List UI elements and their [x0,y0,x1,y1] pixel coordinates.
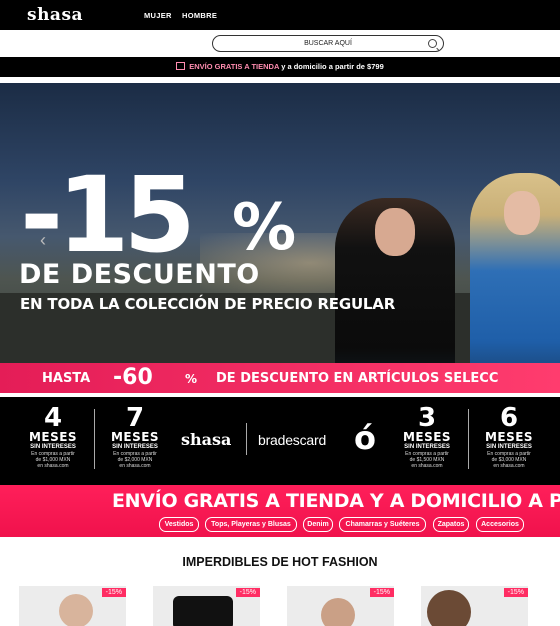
msi-note: en shasa.com [493,463,525,469]
sale-strip[interactable]: HASTA -60 % DE DESCUENTO EN ARTÍCULOS SE… [0,363,560,393]
hero-discount: -15 [20,154,196,276]
model-leather-jacket [335,198,455,363]
divider [468,409,469,469]
product-card[interactable]: -15% [287,586,394,626]
msi-meses-label: MESES [402,430,452,444]
section-title: IMPERDIBLES DE HOT FASHION [182,555,378,569]
promo-rest: y a domicilio a partir de $799 [279,62,384,71]
msi-item: 4 MESES SIN INTERESES En compras a parti… [18,405,88,469]
top-nav-bar: shasa MUJER HOMBRE [0,0,560,30]
msi-months-number: 4 [43,403,63,433]
hero-subline: EN TODA LA COLECCIÓN DE PRECIO REGULAR [20,295,396,313]
divider [94,409,95,469]
msi-banner[interactable]: 4 MESES SIN INTERESES En compras a parti… [0,397,560,485]
discount-badge: -15% [235,588,260,597]
msi-item: 3 MESES SIN INTERESES En compras a parti… [392,405,462,469]
discount-badge: -15% [503,588,528,597]
nav-mujer[interactable]: MUJER [144,11,172,20]
bradescard-logo: bradescard [258,432,327,448]
product-card[interactable]: -15% [19,586,126,626]
msi-meses-label: MESES [28,430,78,444]
msi-sin-intereses: SIN INTERESES [30,444,76,450]
model-face [375,208,415,256]
carousel-prev-icon[interactable]: ‹ [40,231,52,249]
msi-item: 6 MESES SIN INTERESES En compras a parti… [474,405,544,469]
msi-months-number: 7 [125,403,145,433]
model-blue-jacket [470,173,560,363]
msi-note: en shasa.com [37,463,69,469]
msi-months-number: 3 [417,403,437,433]
hero-banner[interactable]: -15 % DE DESCUENTO EN TODA LA COLECCIÓN … [0,83,560,363]
category-denim[interactable]: Denim [303,517,333,532]
product-image [321,598,355,626]
product-card[interactable]: -15% [421,586,528,626]
divider [246,423,247,455]
hero-percent: % [232,191,297,265]
category-zapatos[interactable]: Zapatos [433,517,469,532]
msi-item: 7 MESES SIN INTERESES En compras a parti… [100,405,170,469]
hero-headline: DE DESCUENTO [19,259,260,290]
discount-badge: -15% [101,588,126,597]
model-face [504,191,540,235]
product-image [59,594,93,626]
strip-hasta: HASTA [42,371,91,386]
box-icon [176,62,186,70]
search-input[interactable]: BUSCAR AQUÍ [212,35,444,52]
strip-percent-sign: % [185,372,198,386]
msi-note: en shasa.com [411,463,443,469]
category-chamarras[interactable]: Chamarras y Suéteres [339,517,426,532]
msi-months-number: 6 [499,403,519,433]
product-card[interactable]: -15% [153,586,260,626]
strip-percent: -60 [113,365,153,390]
search-icon[interactable] [428,39,437,48]
msi-or: ó [354,419,376,457]
msi-sin-intereses: SIN INTERESES [112,444,158,450]
free-shipping-banner: ENVÍO GRATIS A TIENDA Y A DOMICILIO A PA… [0,485,560,537]
strip-rest: DE DESCUENTO EN ARTÍCULOS SELECC [216,371,499,386]
msi-sin-intereses: SIN INTERESES [404,444,450,450]
promo-highlight: ENVÍO GRATIS A TIENDA [189,62,280,71]
discount-badge: -15% [369,588,394,597]
category-tops[interactable]: Tops, Playeras y Blusas [205,517,297,532]
category-accesorios[interactable]: Accesorios [476,517,524,532]
msi-meses-label: MESES [110,430,160,444]
msi-sin-intereses: SIN INTERESES [486,444,532,450]
shipping-promo-bar: ENVÍO GRATIS A TIENDA y a domicilio a pa… [0,57,560,77]
msi-note: en shasa.com [119,463,151,469]
product-image [427,590,471,626]
shasa-logo[interactable]: shasa [27,5,83,25]
free-shipping-text: ENVÍO GRATIS A TIENDA Y A DOMICILIO A PA… [112,490,560,512]
msi-meses-label: MESES [484,430,534,444]
search-placeholder: BUSCAR AQUÍ [304,40,352,47]
nav-hombre[interactable]: HOMBRE [182,11,217,20]
category-vestidos[interactable]: Vestidos [159,517,199,532]
product-image [173,596,233,626]
msi-shasa-logo: shasa [181,430,232,449]
